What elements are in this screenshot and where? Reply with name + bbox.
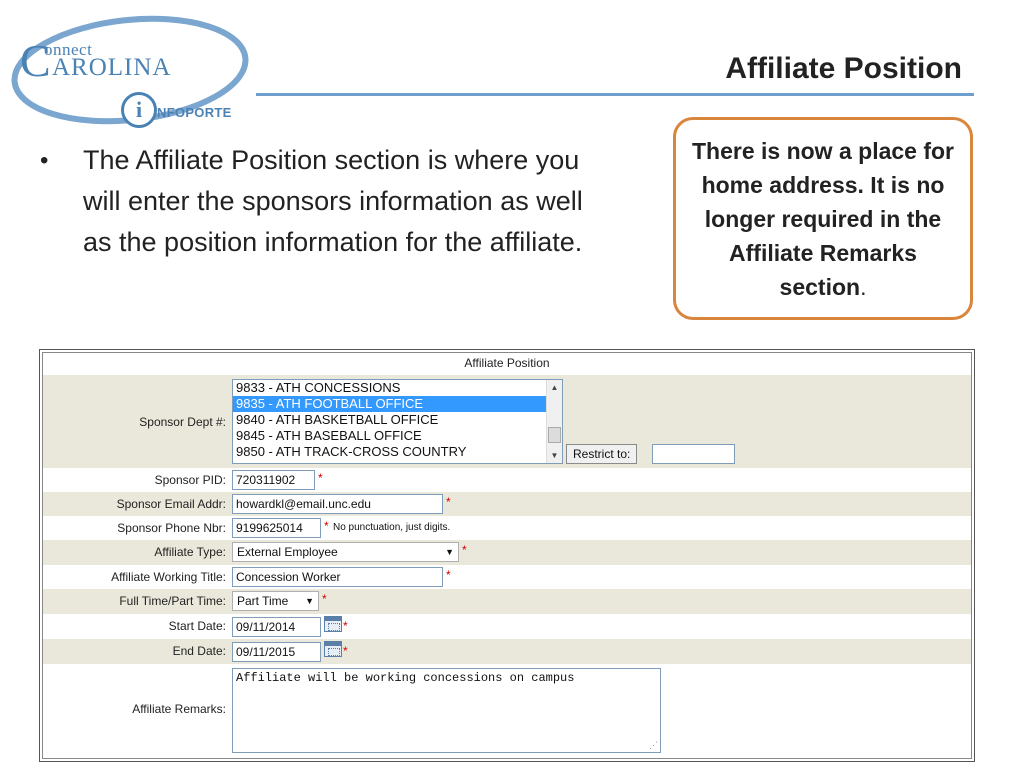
resize-grip-icon[interactable]: ⋰ bbox=[649, 741, 658, 751]
sponsor-phone-label: Sponsor Phone Nbr: bbox=[117, 521, 226, 535]
working-title-row: Affiliate Working Title: Concession Work… bbox=[43, 565, 971, 589]
logo-carolina-text: AROLINA bbox=[52, 54, 172, 81]
required-marker: * bbox=[343, 619, 348, 633]
remarks-text: Affiliate will be working concessions on… bbox=[236, 671, 575, 685]
scroll-thumb[interactable] bbox=[548, 427, 561, 443]
form-panel: Affiliate Position Sponsor Dept #: 9833 … bbox=[42, 352, 972, 759]
sponsor-dept-option[interactable]: 9850 - ATH TRACK-CROSS COUNTRY bbox=[233, 444, 546, 460]
connect-carolina-logo: C onnect AROLINA i NFOPORTE bbox=[8, 14, 258, 132]
bullet-symbol: • bbox=[40, 147, 49, 174]
start-date-row: Start Date: 09/11/2014 * bbox=[43, 614, 971, 639]
callout-text: There is now a place for home address. I… bbox=[691, 137, 955, 300]
restrict-to-button[interactable]: Restrict to: bbox=[566, 444, 638, 464]
full-part-time-value: Part Time bbox=[237, 594, 289, 608]
affiliate-type-select[interactable]: External Employee ▼ bbox=[232, 542, 459, 562]
sponsor-dept-row: Sponsor Dept #: 9833 - ATH CONCESSIONS 98… bbox=[43, 375, 971, 468]
sponsor-email-label: Sponsor Email Addr: bbox=[116, 497, 226, 511]
start-date-input[interactable]: 09/11/2014 bbox=[232, 617, 321, 637]
working-title-label: Affiliate Working Title: bbox=[111, 570, 226, 584]
sponsor-dept-listbox[interactable]: 9833 - ATH CONCESSIONS 9835 - ATH FOOTBAL… bbox=[232, 379, 563, 464]
required-marker: * bbox=[343, 644, 348, 658]
required-marker: * bbox=[324, 519, 329, 533]
infoporte-i-icon: i bbox=[121, 92, 157, 128]
full-part-time-label: Full Time/Part Time: bbox=[119, 594, 226, 608]
start-date-label: Start Date: bbox=[168, 619, 226, 633]
calendar-icon[interactable] bbox=[324, 616, 342, 632]
phone-format-hint: No punctuation, just digits. bbox=[333, 522, 451, 533]
required-marker: * bbox=[446, 568, 451, 582]
sponsor-dept-option[interactable]: 9835 - ATH FOOTBALL OFFICE bbox=[233, 396, 546, 412]
callout-text-block: There is now a place for home address. I… bbox=[690, 134, 956, 304]
sponsor-dept-options: 9833 - ATH CONCESSIONS 9835 - ATH FOOTBAL… bbox=[233, 380, 562, 460]
required-marker: * bbox=[322, 592, 327, 606]
callout-box: There is now a place for home address. I… bbox=[673, 117, 973, 320]
sponsor-dept-option[interactable]: 9840 - ATH BASKETBALL OFFICE bbox=[233, 412, 546, 428]
restrict-to-input[interactable] bbox=[652, 444, 735, 464]
end-date-input[interactable]: 09/11/2015 bbox=[232, 642, 321, 662]
sponsor-dept-option[interactable]: 9833 - ATH CONCESSIONS bbox=[233, 380, 546, 396]
form-section-header: Affiliate Position bbox=[43, 353, 971, 374]
scroll-down-arrow-icon[interactable]: ▼ bbox=[547, 448, 562, 463]
sponsor-pid-input[interactable]: 720311902 bbox=[232, 470, 315, 490]
sponsor-email-row: Sponsor Email Addr: howardkl@email.unc.e… bbox=[43, 492, 971, 516]
callout-period: . bbox=[860, 273, 867, 300]
chevron-down-icon: ▼ bbox=[305, 596, 314, 606]
remarks-label: Affiliate Remarks: bbox=[132, 702, 226, 716]
sponsor-dept-label: Sponsor Dept #: bbox=[139, 415, 226, 429]
required-marker: * bbox=[462, 543, 467, 557]
sponsor-phone-row: Sponsor Phone Nbr: 9199625014 * No punct… bbox=[43, 516, 971, 540]
title-divider bbox=[256, 93, 974, 96]
logo-infoporte-text: NFOPORTE bbox=[157, 105, 232, 120]
listbox-scrollbar[interactable]: ▲ ▼ bbox=[546, 380, 562, 463]
required-marker: * bbox=[446, 495, 451, 509]
affiliate-type-label: Affiliate Type: bbox=[154, 545, 226, 559]
scroll-up-arrow-icon[interactable]: ▲ bbox=[547, 380, 562, 395]
affiliate-position-form: Affiliate Position Sponsor Dept #: 9833 … bbox=[39, 349, 975, 762]
remarks-textarea[interactable]: Affiliate will be working concessions on… bbox=[232, 668, 661, 753]
full-part-time-row: Full Time/Part Time: Part Time ▼ * bbox=[43, 589, 971, 614]
sponsor-pid-row: Sponsor PID: 720311902 * bbox=[43, 468, 971, 492]
sponsor-phone-input[interactable]: 9199625014 bbox=[232, 518, 321, 538]
remarks-row: Affiliate Remarks: Affiliate will be wor… bbox=[43, 664, 971, 756]
required-marker: * bbox=[318, 471, 323, 485]
affiliate-type-row: Affiliate Type: External Employee ▼ * bbox=[43, 540, 971, 565]
calendar-icon[interactable] bbox=[324, 641, 342, 657]
working-title-input[interactable]: Concession Worker bbox=[232, 567, 443, 587]
chevron-down-icon: ▼ bbox=[445, 547, 454, 557]
end-date-label: End Date: bbox=[172, 644, 226, 658]
sponsor-email-input[interactable]: howardkl@email.unc.edu bbox=[232, 494, 443, 514]
end-date-row: End Date: 09/11/2015 * bbox=[43, 639, 971, 664]
sponsor-dept-option[interactable]: 9845 - ATH BASEBALL OFFICE bbox=[233, 428, 546, 444]
bullet-text: The Affiliate Position section is where … bbox=[83, 145, 583, 257]
affiliate-type-value: External Employee bbox=[237, 545, 338, 559]
sponsor-pid-label: Sponsor PID: bbox=[154, 473, 226, 487]
slide-title: Affiliate Position bbox=[725, 52, 962, 85]
full-part-time-select[interactable]: Part Time ▼ bbox=[232, 591, 319, 611]
